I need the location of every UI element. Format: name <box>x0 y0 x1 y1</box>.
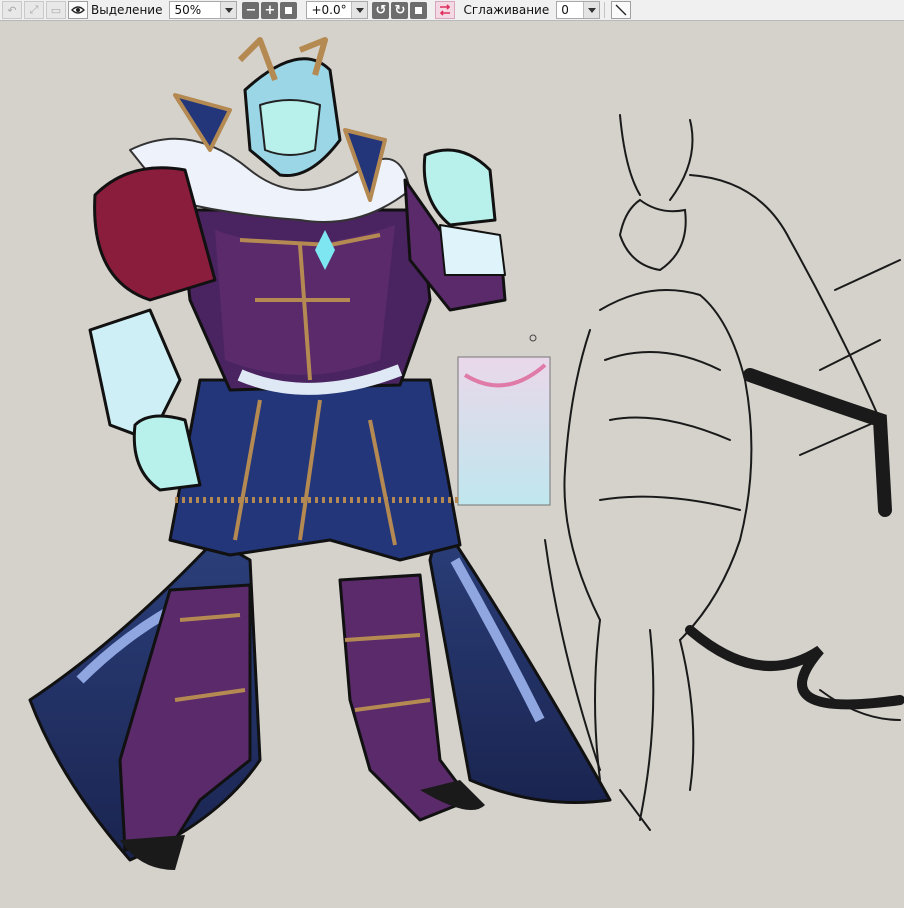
gradient-swatch <box>457 334 551 506</box>
undo-icon[interactable]: ↶ <box>2 1 22 19</box>
rotate-right-button[interactable]: ↻ <box>391 1 409 19</box>
line-tool-icon[interactable] <box>611 1 632 19</box>
smoothing-value: 0 <box>561 3 569 17</box>
rotation-reset-button[interactable] <box>410 1 428 19</box>
eye-icon[interactable] <box>68 1 88 19</box>
toolbar-divider <box>604 2 606 18</box>
smoothing-select[interactable]: 0 <box>556 1 601 19</box>
rotation-value: +0.0° <box>311 3 347 17</box>
zoom-select[interactable]: 50% <box>169 1 238 19</box>
zoom-value: 50% <box>174 3 202 17</box>
canvas-artwork <box>28 37 904 870</box>
top-toolbar: ↶ ⤢ ▭ Выделение 50% − + +0.0° ↺ ↻ Сглажи… <box>0 0 904 21</box>
smoothing-label: Сглаживание <box>463 3 550 17</box>
layer-icon[interactable]: ▭ <box>46 1 66 19</box>
chevron-down-icon[interactable] <box>583 2 600 18</box>
chevron-down-icon[interactable] <box>351 2 368 18</box>
zoom-reset-button[interactable] <box>280 1 298 19</box>
rotation-select[interactable]: +0.0° <box>306 1 369 19</box>
zoom-out-button[interactable]: − <box>242 1 260 19</box>
flip-swap-icon[interactable] <box>435 1 456 19</box>
drawing-canvas[interactable] <box>0 22 904 904</box>
selection-label: Выделение <box>91 3 163 17</box>
line-sketch-drawing <box>544 114 904 831</box>
transform-icon[interactable]: ⤢ <box>24 1 44 19</box>
chevron-down-icon[interactable] <box>220 2 237 18</box>
zoom-in-button[interactable]: + <box>261 1 279 19</box>
rotate-left-button[interactable]: ↺ <box>372 1 390 19</box>
